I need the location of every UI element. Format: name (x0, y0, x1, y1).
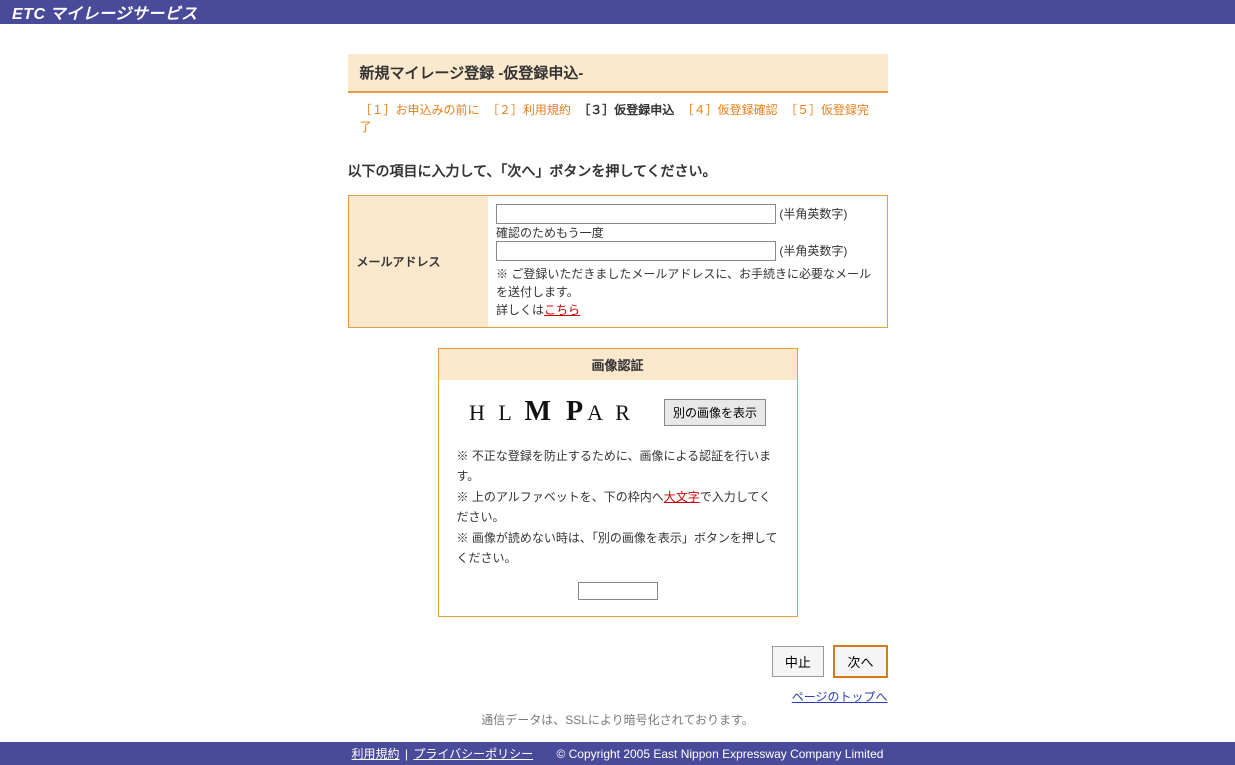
email-label: メールアドレス (348, 196, 488, 328)
email-form-table: メールアドレス (半角英数字) 確認のためもう一度 (半角英数字) ※ ご登録い… (348, 195, 888, 328)
page-title: 新規マイレージ登録 -仮登録申込- (348, 54, 888, 93)
step-indicator: ［１］お申込みの前に ［２］利用規約 ［３］仮登録申込 ［４］仮登録確認 ［５］… (348, 93, 888, 143)
logo: ETCマイレージサービス (12, 0, 198, 24)
email-note-text: ※ ご登録いただきましたメールアドレスに、お手続きに必要なメールを送付します。 (496, 267, 871, 299)
captcha-refresh-button[interactable]: 別の画像を表示 (664, 399, 766, 426)
captcha-note-3: ※ 画像が読めない時は、「別の画像を表示」ボタンを押してください。 (457, 528, 779, 569)
logo-text: マイレージサービス (50, 6, 198, 23)
captcha-note-2-em: 大文字 (664, 490, 700, 504)
footer-separator: | (405, 747, 408, 761)
step-3: ［３］仮登録申込 (578, 103, 674, 117)
email-note-detail-prefix: 詳しくは (496, 303, 544, 317)
footer-terms-link[interactable]: 利用規約 (352, 747, 400, 761)
footer-bar: 利用規約 | プライバシーポリシー © Copyright 2005 East … (0, 742, 1235, 765)
email-note-link[interactable]: こちら (544, 303, 580, 317)
email-note: ※ ご登録いただきましたメールアドレスに、お手続きに必要なメールを送付します。 … (496, 265, 879, 319)
page-top-link[interactable]: ページのトップへ (792, 690, 888, 704)
step-1: ［１］お申込みの前に (360, 103, 480, 117)
next-button[interactable]: 次へ (833, 645, 887, 678)
cancel-button[interactable]: 中止 (772, 646, 824, 677)
header-bar: ETCマイレージサービス (0, 0, 1235, 24)
email-confirm-input[interactable] (496, 241, 776, 261)
footer-copyright: © Copyright 2005 East Nippon Expressway … (556, 747, 883, 761)
step-4: ［４］仮登録確認 (682, 103, 778, 117)
email-confirm-label: 確認のためもう一度 (496, 226, 604, 240)
captcha-title: 画像認証 (439, 349, 797, 380)
captcha-box: 画像認証 H L M PA R 別の画像を表示 ※ 不正な登録を防止するために、… (438, 348, 798, 617)
step-2: ［２］利用規約 (487, 103, 571, 117)
captcha-input[interactable] (578, 582, 658, 600)
logo-prefix: ETC (12, 6, 46, 23)
instruction-text: 以下の項目に入力して、「次へ」ボタンを押してください。 (348, 161, 888, 181)
footer-privacy-link[interactable]: プライバシーポリシー (413, 747, 533, 761)
captcha-note-1: ※ 不正な登録を防止するために、画像による認証を行います。 (457, 446, 779, 487)
email-hint-2: (半角英数字) (779, 244, 847, 258)
email-hint-1: (半角英数字) (779, 207, 847, 221)
main-content: 新規マイレージ登録 -仮登録申込- ［１］お申込みの前に ［２］利用規約 ［３］… (148, 24, 1088, 742)
captcha-note-2: ※ 上のアルファベットを、下の枠内へ大文字で入力してください。 (457, 487, 779, 528)
captcha-image: H L M PA R (469, 396, 634, 428)
button-row: 中止 次へ (348, 645, 888, 678)
email-input[interactable] (496, 204, 776, 224)
ssl-note: 通信データは、SSLにより暗号化されております。 (348, 711, 888, 728)
page-top-link-row: ページのトップへ (348, 688, 888, 705)
captcha-notes: ※ 不正な登録を防止するために、画像による認証を行います。 ※ 上のアルファベッ… (457, 446, 779, 568)
